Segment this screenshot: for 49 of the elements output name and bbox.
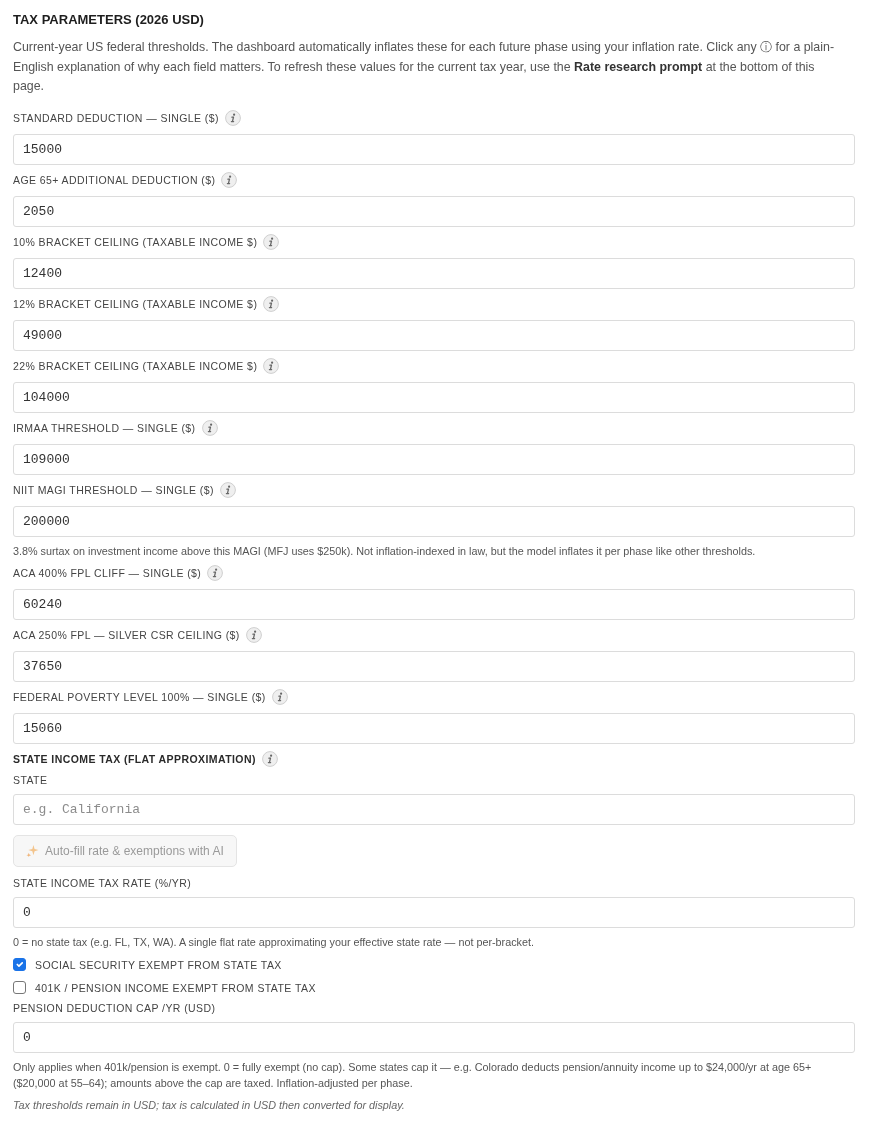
info-icon[interactable] [271, 688, 288, 705]
field-label: NIIT MAGI THRESHOLD — SINGLE ($) [13, 483, 214, 496]
info-icon[interactable] [201, 419, 218, 436]
help-text: Only applies when 401k/pension is exempt. 0 = fully exempt (no cap). Some states cap it — e.g. Colorado deducts pension/annuity income up to $24,000/yr at age 65+ ($20,000 at 55–64); amounts above the cap are taxed. Inflation-adjusted per phase. [13, 1059, 813, 1091]
section-heading: STATE INCOME TAX (FLAT APPROXIMATION) [13, 752, 256, 765]
info-icon[interactable] [221, 171, 238, 188]
field-label: 22% BRACKET CEILING (TAXABLE INCOME $) [13, 359, 258, 372]
checkbox-label: SOCIAL SECURITY EXEMPT FROM STATE TAX [35, 958, 282, 971]
info-icon[interactable] [219, 481, 236, 498]
field-label: AGE 65+ ADDITIONAL DEDUCTION ($) [13, 173, 216, 186]
checkbox[interactable] [13, 958, 26, 971]
input-field[interactable]: 37650 [13, 650, 855, 682]
field-label: 10% BRACKET CEILING (TAXABLE INCOME $) [13, 235, 258, 248]
field-label: FEDERAL POVERTY LEVEL 100% — SINGLE ($) [13, 690, 266, 703]
checkbox-label: 401K / PENSION INCOME EXEMPT FROM STATE TAX [35, 981, 316, 994]
sparkle-icon [26, 844, 39, 857]
note-text: Tax thresholds remain in USD; tax is calculated in USD then converted for display. [13, 1097, 406, 1113]
description-text: Current-year US federal thresholds. The dashboard automatically inflates these for each future phase using your inflation rate. Click any ⓘ for a plain-English explanation of why each field matters. To refresh these values for the current tax year, use the Rate research prompt at the bottom of this page. [13, 39, 836, 95]
input-field[interactable]: 2050 [13, 195, 855, 227]
input-field[interactable]: 49000 [13, 319, 855, 351]
input-field[interactable]: e.g. California [13, 793, 855, 825]
input-field[interactable]: 12400 [13, 257, 855, 289]
info-icon[interactable] [263, 233, 280, 250]
input-field[interactable]: 104000 [13, 381, 855, 413]
input-field[interactable]: 0 [13, 896, 855, 928]
input-field[interactable]: 109000 [13, 443, 855, 475]
input-field[interactable]: 15000 [13, 133, 855, 165]
info-icon[interactable] [261, 750, 278, 767]
field-label: IRMAA THRESHOLD — SINGLE ($) [13, 421, 196, 434]
input-field[interactable]: 60240 [13, 588, 855, 620]
field-label: STANDARD DEDUCTION — SINGLE ($) [13, 111, 219, 124]
input-field[interactable]: 15060 [13, 712, 855, 744]
info-icon[interactable] [207, 564, 224, 581]
info-icon[interactable] [263, 295, 280, 312]
input-field[interactable]: 0 [13, 1021, 855, 1053]
field-label: STATE [13, 773, 48, 786]
field-label: STATE INCOME TAX RATE (%/YR) [13, 876, 192, 889]
help-text: 3.8% surtax on investment income above this MAGI (MFJ uses $250k). Not inflation-indexed in law, but the model inflates it per phase like other thresholds. [13, 543, 757, 559]
info-icon[interactable] [224, 109, 241, 126]
field-label: PENSION DEDUCTION CAP /YR (USD) [13, 1001, 216, 1014]
field-label: ACA 250% FPL — SILVER CSR CEILING ($) [13, 628, 240, 641]
info-icon[interactable] [263, 357, 280, 374]
field-label: 12% BRACKET CEILING (TAXABLE INCOME $) [13, 297, 258, 310]
help-text: 0 = no state tax (e.g. FL, TX, WA). A single flat rate approximating your effective state rate — not per-bracket. [13, 934, 535, 950]
section-title: TAX PARAMETERS (2026 USD) [13, 12, 205, 28]
field-label: ACA 400% FPL CLIFF — SINGLE ($) [13, 566, 202, 579]
checkbox[interactable] [13, 981, 26, 994]
info-icon[interactable] [245, 626, 262, 643]
input-field[interactable]: 200000 [13, 505, 855, 537]
